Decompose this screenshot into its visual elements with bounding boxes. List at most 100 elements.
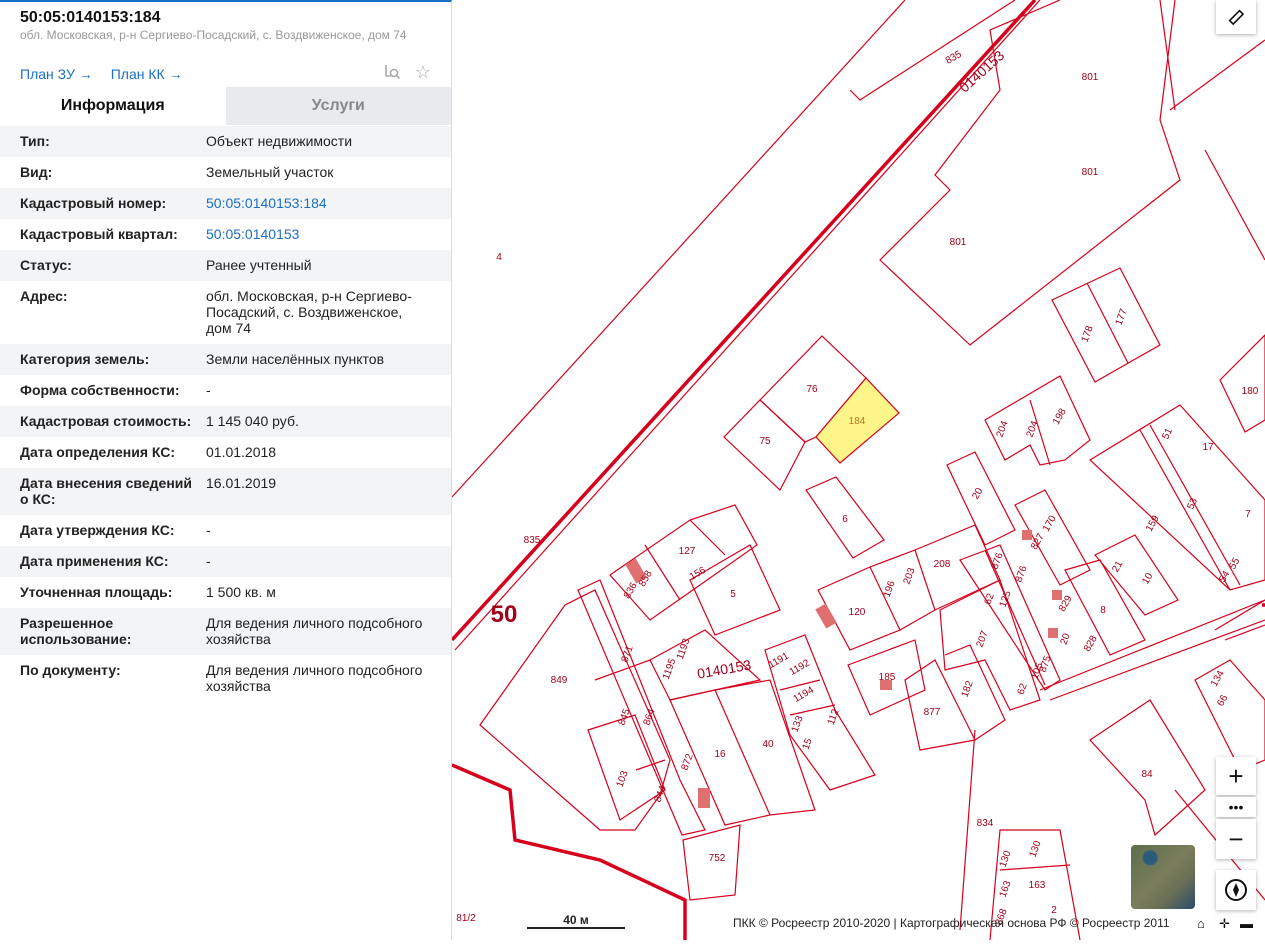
parcel-label: 207 <box>975 629 991 649</box>
parcel-labels: 8350140153 80180180141781777618475204 2041… <box>456 47 1259 927</box>
row-value: 1 145 040 руб. <box>206 413 299 429</box>
zoom-out-button[interactable]: − <box>1216 819 1256 859</box>
home-icon[interactable]: ⌂ <box>1197 916 1205 931</box>
map-canvas[interactable]: 835 0140153 801 801 801 4 178 177 76 184 75 204 204 1… <box>450 0 1265 941</box>
parcel-label: 876 <box>1014 564 1030 584</box>
parcel-label: 62 <box>1016 682 1030 697</box>
parcel-label: 184 <box>849 416 866 427</box>
info-row: Дата внесения сведений о КС: 16.01.2019 <box>0 468 451 515</box>
parcel-label: 185 <box>879 672 896 683</box>
parcel-label: 133 <box>790 714 806 734</box>
parcel-label: 15 <box>801 737 815 752</box>
basemap-switcher[interactable] <box>1131 845 1195 909</box>
tab-services[interactable]: Услуги <box>225 87 451 125</box>
info-row: Уточненная площадь: 1 500 кв. м <box>0 577 451 608</box>
row-value: Земли населённых пунктов <box>206 351 385 367</box>
row-label: Уточненная площадь: <box>20 584 173 600</box>
parcel-label: 81/2 <box>456 913 476 924</box>
row-label: Дата утверждения КС: <box>20 522 175 538</box>
parcel-label: 844 <box>653 784 669 804</box>
scale-bar: 40 м <box>527 913 625 929</box>
parcel-label: 84 <box>1141 769 1153 780</box>
parcel-label: 4 <box>496 252 502 263</box>
cadastral-map[interactable]: 8350140153 80180180141781777618475204 2041… <box>450 0 1265 941</box>
plan-kk-link[interactable]: План КК → <box>111 66 183 82</box>
parcel-label: 864 <box>642 707 658 727</box>
attribution: ПКК © Росреестр 2010-2020 | Картографиче… <box>733 916 1170 930</box>
parcel-label: 62 <box>983 592 997 607</box>
parcel-label: 125 <box>998 589 1014 609</box>
info-row: Адрес: обл. Московская, р-н Сергиево-Поса… <box>0 281 451 344</box>
parcel-label: 130 <box>998 849 1014 869</box>
parcel-label: 163 <box>998 879 1014 899</box>
parcel-label: 20 <box>1059 632 1073 647</box>
parcel-boundaries <box>451 0 1265 941</box>
parcel-label: 871 <box>620 644 636 664</box>
parcel-label: 0140153 <box>696 656 753 681</box>
parcel-label: 120 <box>849 607 866 618</box>
row-value: обл. Московская, р-н Сергиево-Посадский,… <box>206 288 412 336</box>
parcel-label: 198 <box>1051 406 1069 426</box>
parcel-label: 1194 <box>792 684 817 704</box>
compass-icon <box>1225 879 1247 901</box>
parcel-label: 801 <box>1082 72 1099 83</box>
info-row: Статус: Ранее учтенный <box>0 250 451 281</box>
row-label: Дата определения КС: <box>20 444 176 460</box>
tab-information[interactable]: Информация <box>0 87 226 125</box>
info-row: Вид: Земельный участок <box>0 157 451 188</box>
zoom-in-button[interactable]: + <box>1216 757 1256 795</box>
parcel-label: 159 <box>1144 513 1162 533</box>
parcel-label: 208 <box>934 559 951 570</box>
info-row: Кадастровый квартал: 50:05:0140153 <box>0 219 451 250</box>
parcel-label: 872 <box>680 752 696 772</box>
parcel-label: 103 <box>615 769 631 789</box>
parcel-label: 177 <box>1114 307 1130 327</box>
star-icon[interactable]: ☆ <box>415 62 431 85</box>
row-value: Земельный участок <box>206 164 334 180</box>
ruler-icon <box>1228 9 1245 26</box>
row-value[interactable]: 50:05:0140153:184 <box>206 195 431 211</box>
parcel-label: 50 <box>491 601 518 628</box>
fullscreen-icon[interactable]: ▬ <box>1240 916 1253 931</box>
cadastral-title: 50:05:0140153:184 <box>20 9 161 26</box>
parcel-label: 10 <box>1140 571 1155 587</box>
row-label: Кадастровый номер: <box>20 195 167 211</box>
plan-zu-link[interactable]: План ЗУ → <box>20 66 93 82</box>
parcel-label: 752 <box>709 853 726 864</box>
row-label: Разрешенное использование: <box>20 615 132 647</box>
parcel-label: 835 <box>524 535 541 546</box>
row-label: Кадастровая стоимость: <box>20 413 192 429</box>
info-row: Кадастровый номер: 50:05:0140153:184 <box>0 188 451 219</box>
info-row: Форма собственности: - <box>0 375 451 406</box>
row-value: - <box>206 382 211 398</box>
ruler-button[interactable] <box>1216 0 1256 34</box>
compass-button[interactable] <box>1216 870 1256 910</box>
row-label: Кадастровый квартал: <box>20 226 178 242</box>
parcel-label: 203 <box>902 566 918 586</box>
parcel-label: 21 <box>1110 559 1125 575</box>
row-value[interactable]: 50:05:0140153 <box>206 226 431 242</box>
parcel-label: 134 <box>1209 668 1227 688</box>
parcel-label: 112 <box>826 707 842 726</box>
row-value: - <box>206 522 211 538</box>
parcel-label: 55 <box>1227 556 1242 572</box>
locate-icon[interactable]: ✛ <box>1219 916 1230 932</box>
info-row: Дата утверждения КС: - <box>0 515 451 546</box>
parcel-label: 801 <box>1082 167 1099 178</box>
parcel-label: 76 <box>806 384 818 395</box>
search-doc-icon[interactable] <box>383 62 401 85</box>
row-value: Объект недвижимости <box>206 133 353 149</box>
parcel-label: 7 <box>1245 509 1251 520</box>
parcel-label: 845 <box>617 707 633 727</box>
more-button[interactable]: ••• <box>1216 797 1256 817</box>
row-value: Для ведения личного подсобного хозяйства <box>206 615 423 647</box>
parcel-label: 66 <box>1215 693 1230 709</box>
parcel-label: 1193 <box>675 637 693 661</box>
row-value: - <box>206 553 211 569</box>
district-boundary <box>450 0 1265 940</box>
info-row: Разрешенное использование: Для ведения ли… <box>0 608 451 655</box>
row-value: 1 500 кв. м <box>206 584 276 600</box>
row-label: По документу: <box>20 662 121 678</box>
parcel-label: 16 <box>714 749 726 760</box>
row-value: Для ведения личного подсобного хозяйства <box>206 662 423 694</box>
